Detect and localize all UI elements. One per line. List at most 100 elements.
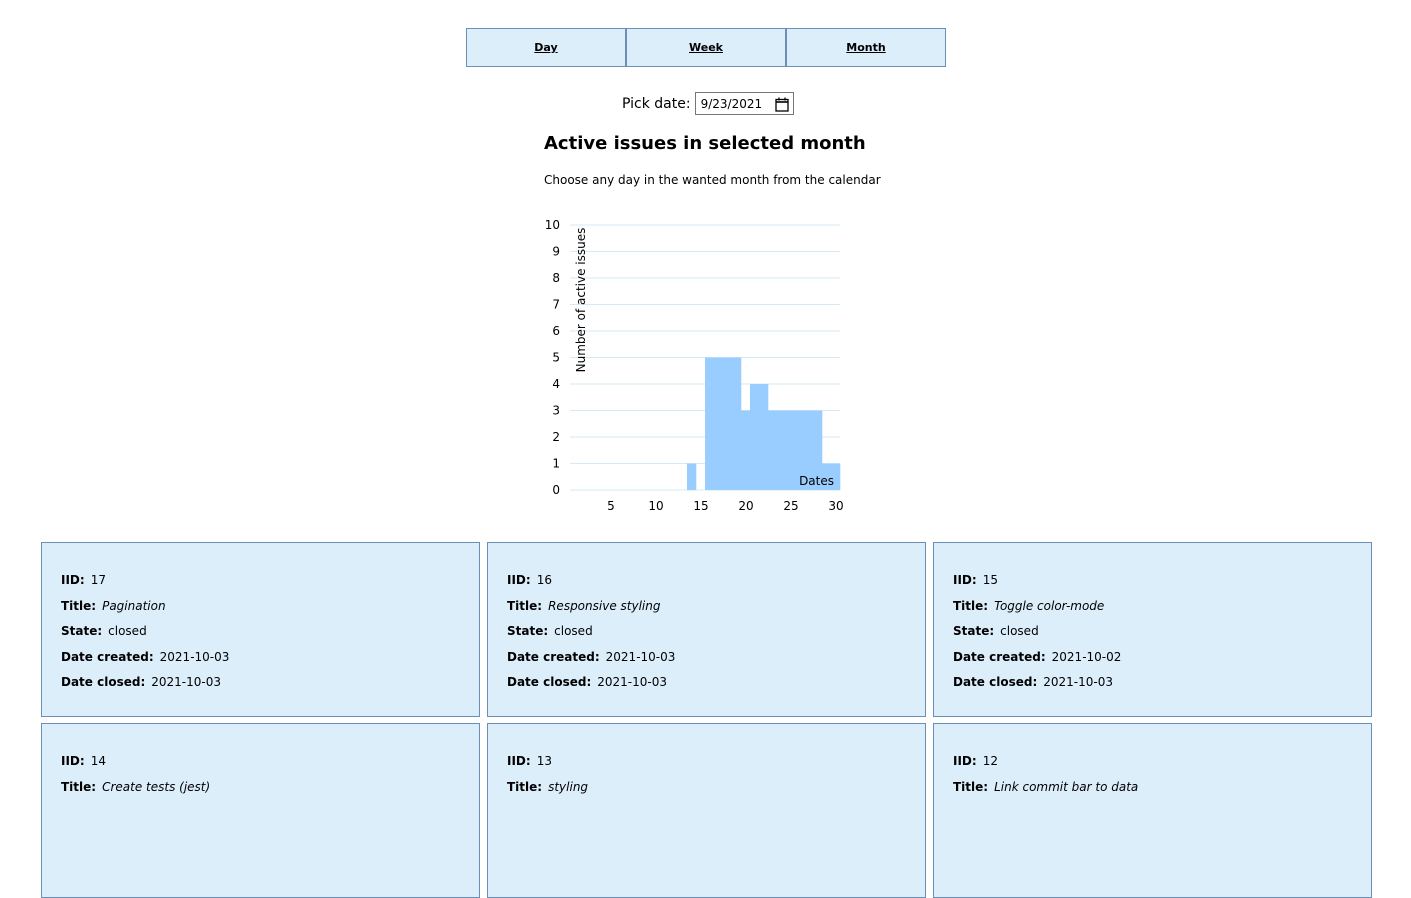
- active-issues-chart: 0 1 2 3 4 5 6 7 8 9 10 5 10 15 20 25 30 Dates Number of ac…: [545, 218, 844, 513]
- y-tick-label: 8: [552, 271, 560, 285]
- issue-iid-value: 12: [982, 754, 998, 768]
- issue-closed-row: Date closed: 2021-10-03: [953, 673, 1371, 699]
- issue-created-value: 2021-10-03: [605, 649, 676, 664]
- issue-closed-row: Date closed: 2021-10-03: [61, 673, 479, 699]
- y-tick-label: 4: [552, 377, 560, 391]
- issue-created-row: Date created: 2021-10-02: [953, 648, 1371, 674]
- issue-title-row: Title: Responsive styling: [507, 597, 925, 623]
- area-day-bar: [768, 410, 778, 490]
- issue-iid-row: IID: 12: [953, 752, 1371, 778]
- y-tick-label: 6: [552, 324, 560, 338]
- y-axis-label: Number of active issues: [574, 228, 588, 373]
- issue-iid-row: IID: 17: [61, 571, 479, 597]
- issue-created-label: Date created:: [61, 649, 154, 664]
- issue-title-row: Title: Link commit bar to data: [953, 778, 1371, 804]
- y-tick-label: 0: [552, 483, 560, 497]
- issue-iid-row: IID: 16: [507, 571, 925, 597]
- issue-created-row: Date created: 2021-10-03: [61, 648, 479, 674]
- issue-iid-label: IID:: [61, 573, 85, 587]
- x-tick-label: 30: [828, 499, 843, 513]
- issue-state-label: State:: [61, 624, 103, 638]
- date-input[interactable]: 9/23/2021: [694, 92, 794, 115]
- issue-state-label: State:: [507, 624, 549, 638]
- issue-card: IID: 14 Title: Create tests (jest): [41, 723, 480, 898]
- issue-title-label: Title:: [953, 779, 989, 794]
- issue-closed-label: Date closed:: [61, 675, 146, 689]
- y-tick-label: 9: [552, 245, 560, 259]
- y-tick-label: 7: [552, 298, 560, 312]
- issue-created-label: Date created:: [953, 649, 1046, 664]
- issue-iid-label: IID:: [61, 754, 85, 768]
- issue-title-label: Title:: [61, 598, 97, 613]
- issue-created-value: 2021-10-02: [1051, 649, 1122, 664]
- issue-state-row: State: closed: [953, 622, 1371, 648]
- x-tick-label: 5: [607, 499, 615, 513]
- date-picker: Pick date: 9/23/2021: [622, 92, 794, 115]
- issue-iid-value: 13: [536, 754, 552, 768]
- y-tick-label: 10: [545, 218, 560, 232]
- calendar-icon[interactable]: [774, 97, 789, 112]
- area-day-bar: [750, 384, 760, 490]
- issue-iid-value: 16: [536, 573, 552, 587]
- tab-week[interactable]: Week: [625, 28, 786, 67]
- tab-day[interactable]: Day: [466, 28, 626, 67]
- area-day-bar: [723, 357, 733, 490]
- issue-iid-row: IID: 15: [953, 571, 1371, 597]
- issue-card: IID: 17 Title: Pagination State: closed Date c…: [41, 542, 480, 717]
- issue-state-label: State:: [953, 624, 995, 638]
- pick-date-label: Pick date:: [622, 95, 691, 112]
- x-axis-label: Dates: [799, 474, 834, 488]
- issue-title-label: Title:: [953, 598, 989, 613]
- issue-title-row: Title: Pagination: [61, 597, 479, 623]
- tab-month[interactable]: Month: [785, 28, 946, 67]
- issue-closed-value: 2021-10-03: [1043, 675, 1114, 689]
- area-day-bar: [705, 357, 715, 490]
- issue-state-value: closed: [554, 624, 593, 638]
- issue-created-label: Date created:: [507, 649, 600, 664]
- issue-iid-value: 17: [90, 573, 106, 587]
- issue-created-value: 2021-10-03: [159, 649, 230, 664]
- issue-title-label: Title:: [61, 779, 97, 794]
- y-tick-label: 3: [552, 404, 560, 418]
- y-tick-label: 2: [552, 430, 560, 444]
- issue-iid-row: IID: 13: [507, 752, 925, 778]
- issue-iid-label: IID:: [953, 754, 977, 768]
- issue-state-row: State: closed: [507, 622, 925, 648]
- issue-title-value: Responsive styling: [548, 598, 661, 613]
- issue-state-value: closed: [108, 624, 147, 638]
- issue-title-label: Title:: [507, 779, 543, 794]
- area-day-bar: [777, 410, 787, 490]
- issue-title-value: Link commit bar to data: [994, 779, 1139, 794]
- area-day-bar: [687, 463, 697, 490]
- issue-closed-label: Date closed:: [953, 675, 1038, 689]
- issue-iid-label: IID:: [507, 573, 531, 587]
- chart-instructions: Choose any day in the wanted month from …: [544, 173, 881, 187]
- issue-title-row: Title: styling: [507, 778, 925, 804]
- issue-iid-label: IID:: [953, 573, 977, 587]
- y-tick-label: 5: [552, 351, 560, 365]
- issue-iid-label: IID:: [507, 754, 531, 768]
- issue-title-value: Toggle color-mode: [994, 598, 1105, 613]
- area-day-bar: [714, 357, 724, 490]
- area-day-bar: [732, 357, 742, 490]
- x-tick-label: 15: [693, 499, 708, 513]
- issue-closed-value: 2021-10-03: [151, 675, 222, 689]
- issue-state-value: closed: [1000, 624, 1039, 638]
- x-tick-label: 20: [738, 499, 753, 513]
- issue-card: IID: 15 Title: Toggle color-mode State: close…: [933, 542, 1372, 717]
- issue-title-value: styling: [548, 779, 589, 794]
- chart-heading: Active issues in selected month: [544, 133, 866, 154]
- issue-title-value: Create tests (jest): [102, 779, 211, 794]
- area-day-bar: [759, 384, 769, 490]
- issue-iid-row: IID: 14: [61, 752, 479, 778]
- issue-iid-value: 14: [90, 754, 106, 768]
- issue-card: IID: 16 Title: Responsive styling State: clos…: [487, 542, 926, 717]
- x-tick-label: 25: [783, 499, 798, 513]
- y-tick-label: 1: [552, 457, 560, 471]
- x-tick-label: 10: [648, 499, 663, 513]
- issue-closed-row: Date closed: 2021-10-03: [507, 673, 925, 699]
- issue-created-row: Date created: 2021-10-03: [507, 648, 925, 674]
- area-day-bar: [786, 410, 796, 490]
- area-day-bar: [741, 410, 751, 490]
- issue-iid-value: 15: [982, 573, 998, 587]
